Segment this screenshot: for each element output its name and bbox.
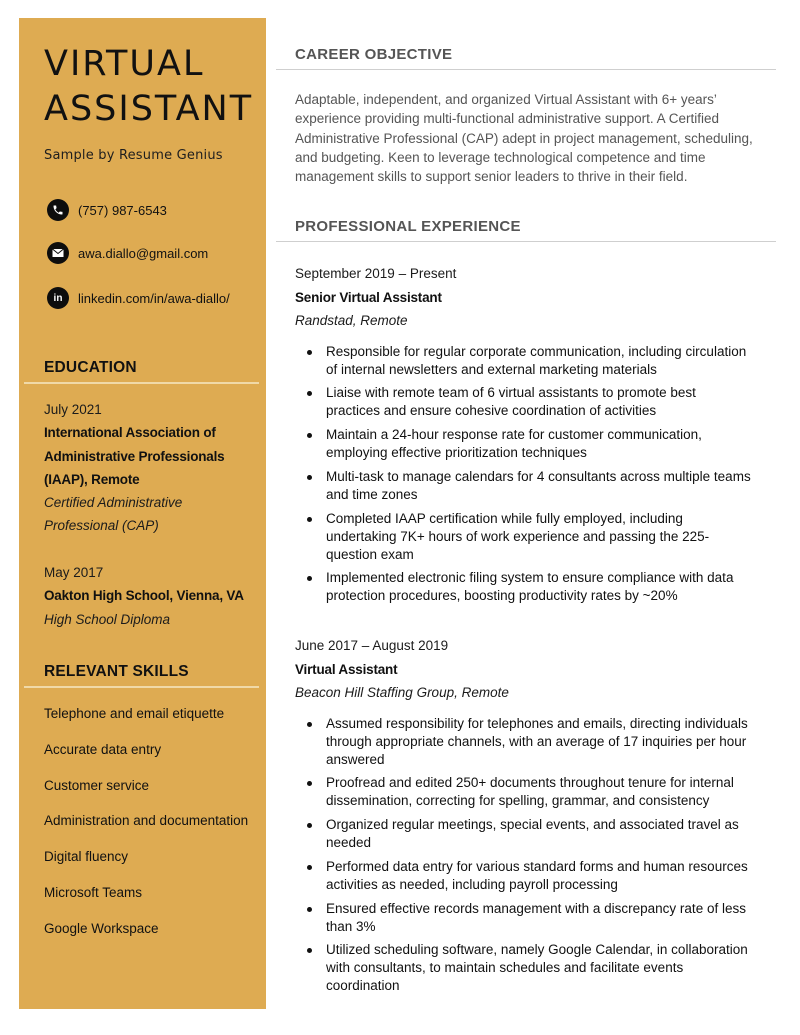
skills-list: Telephone and email etiquette Accurate d… <box>44 702 248 953</box>
envelope-icon <box>47 242 69 264</box>
phone-number: (757) 987-6543 <box>78 202 167 218</box>
education-institution: Oakton High School, Vienna, VA <box>44 588 244 604</box>
email-link[interactable]: awa.diallo@gmail.com <box>78 246 208 261</box>
job-bullet: Ensured effective records management wit… <box>295 900 751 936</box>
education-degree: Certified Administrative Professional (C… <box>44 495 183 534</box>
job-dates: June 2017 – August 2019 <box>295 638 449 653</box>
job-bullet: Assumed responsibility for telephones an… <box>295 715 751 769</box>
objective-text: Adaptable, independent, and organized Vi… <box>295 92 753 185</box>
job-title: Senior Virtual Assistant <box>295 289 442 305</box>
skill-item: Telephone and email etiquette <box>44 706 225 721</box>
education-heading: EDUCATION <box>44 359 137 376</box>
job-bullet: Proofread and edited 250+ documents thro… <box>295 774 751 810</box>
job-bullets: Assumed responsibility for telephones an… <box>295 715 765 996</box>
education-date: May 2017 <box>44 565 104 580</box>
education-degree: High School Diploma <box>44 611 171 627</box>
title-line-1: VIRTUAL <box>44 44 205 84</box>
job-bullet: Implemented electronic filing system to … <box>295 569 751 605</box>
job-bullet: Organized regular meetings, special even… <box>295 816 751 852</box>
phone-icon <box>47 199 69 221</box>
contact-linkedin: in linkedin.com/in/awa-diallo/ <box>47 286 262 310</box>
education-institution: International Association of Administrat… <box>44 425 225 487</box>
job-bullet: Performed data entry for various standar… <box>295 858 751 894</box>
job-dates: September 2019 – Present <box>295 266 457 281</box>
experience-heading: PROFESSIONAL EXPERIENCE <box>295 218 521 235</box>
job-bullet: Utilized scheduling software, namely Goo… <box>295 941 751 995</box>
job-bullet: Multi-task to manage calendars for 4 con… <box>295 468 751 504</box>
skill-item: Digital fluency <box>44 849 129 865</box>
job-title: Virtual Assistant <box>295 661 398 677</box>
skills-heading: RELEVANT SKILLS <box>44 663 189 680</box>
skill-item: Administration and documentation <box>44 813 249 829</box>
education-item: May 2017 Oakton High School, Vienna, VA … <box>44 561 259 631</box>
title-line-2: ASSISTANT <box>44 89 254 129</box>
job-entry: June 2017 – August 2019 Virtual Assistan… <box>295 634 765 1001</box>
objective-divider <box>276 69 776 70</box>
job-company: Beacon Hill Staffing Group, Remote <box>295 685 509 700</box>
job-entry: September 2019 – Present Senior Virtual … <box>295 262 765 611</box>
skill-item: Google Workspace <box>44 920 159 936</box>
job-company: Randstad, Remote <box>295 313 408 328</box>
contact-email: awa.diallo@gmail.com <box>47 241 262 265</box>
sidebar: VIRTUAL ASSISTANT Sample by Resume Geniu… <box>19 18 266 1009</box>
skill-item: Customer service <box>44 777 150 793</box>
job-bullet: Liaise with remote team of 6 virtual ass… <box>295 384 751 420</box>
linkedin-icon: in <box>47 287 69 309</box>
education-date: July 2021 <box>44 402 102 417</box>
education-item: July 2021 International Association of A… <box>44 398 259 538</box>
skill-item: Microsoft Teams <box>44 884 143 900</box>
resume-title: VIRTUAL ASSISTANT <box>44 42 253 132</box>
subtitle: Sample by Resume Genius <box>44 148 223 163</box>
job-bullet: Responsible for regular corporate commun… <box>295 343 751 379</box>
skill-item: Accurate data entry <box>44 741 162 757</box>
experience-divider <box>276 241 776 242</box>
linkedin-link[interactable]: linkedin.com/in/awa-diallo/ <box>78 291 230 306</box>
contact-phone: (757) 987-6543 <box>47 198 262 222</box>
education-divider <box>24 382 259 384</box>
objective-heading: CAREER OBJECTIVE <box>295 46 453 63</box>
job-bullet: Completed IAAP certification while fully… <box>295 510 751 564</box>
job-bullet: Maintain a 24-hour response rate for cus… <box>295 426 751 462</box>
skills-divider <box>24 686 259 688</box>
job-bullets: Responsible for regular corporate commun… <box>295 343 765 606</box>
